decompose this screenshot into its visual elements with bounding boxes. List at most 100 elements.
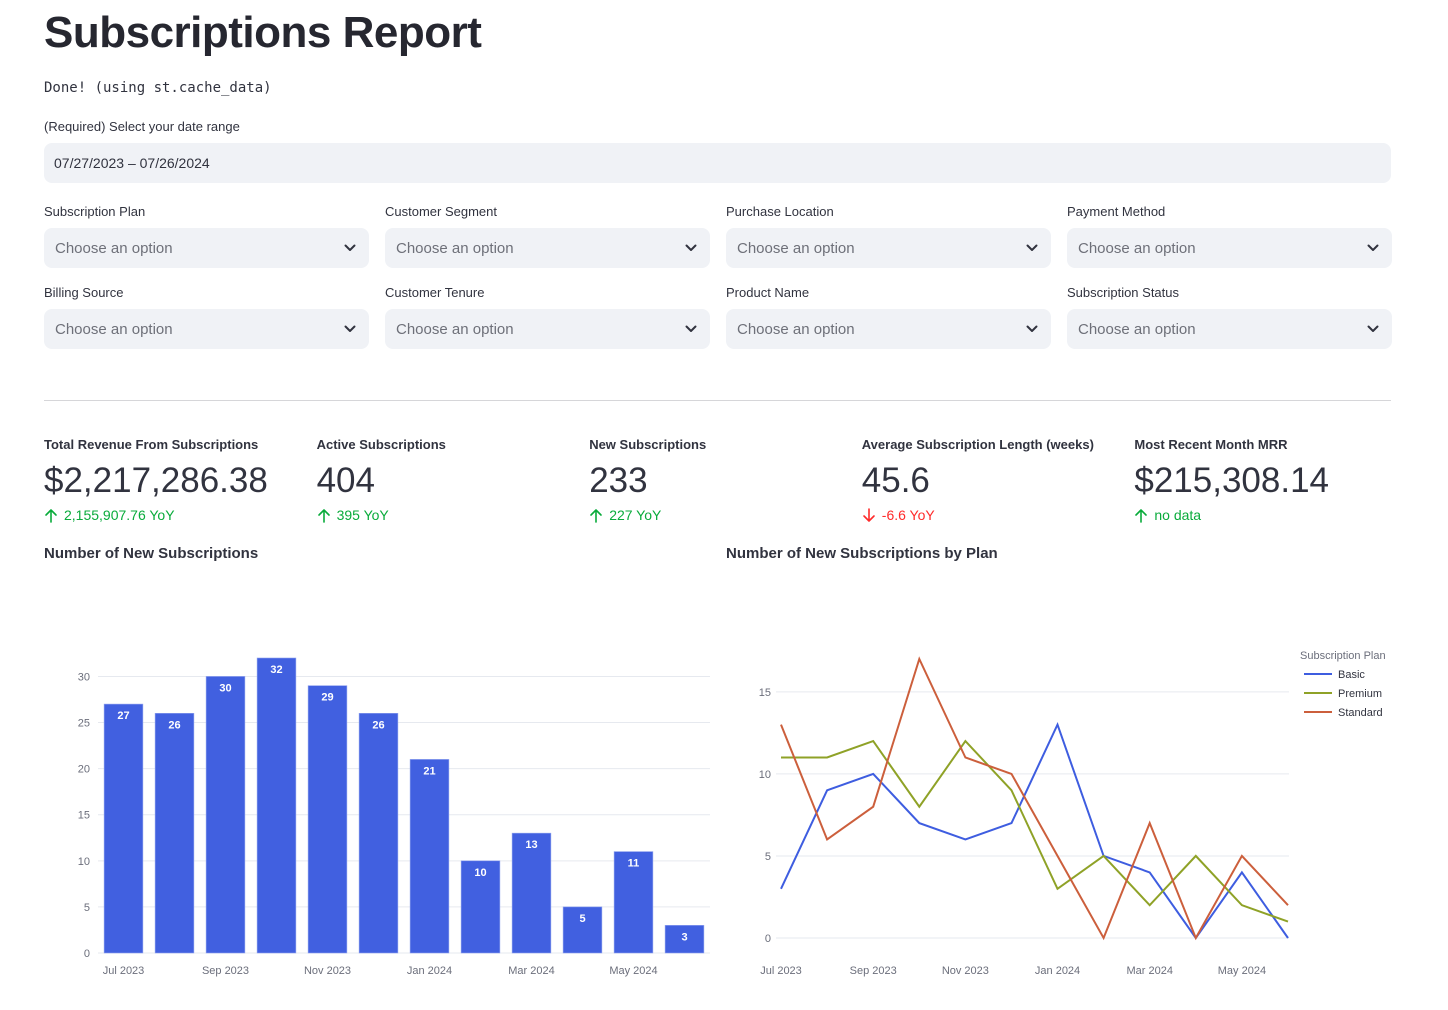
filter-select[interactable]: Choose an option <box>1067 228 1392 268</box>
arrow-up-icon <box>44 508 58 523</box>
bar-data-label: 13 <box>525 839 537 851</box>
metrics-row: Total Revenue From Subscriptions $2,217,… <box>44 437 1406 523</box>
chevron-down-icon <box>1025 241 1039 255</box>
series-line-basic <box>781 725 1288 938</box>
metric-total-revenue-from-subscriptions: Total Revenue From Subscriptions $2,217,… <box>44 437 317 523</box>
x-tick-label: May 2024 <box>1218 965 1266 977</box>
bar-data-label: 32 <box>270 664 282 676</box>
filter-label: Customer Tenure <box>385 284 710 301</box>
filter-subscription-status: Subscription Status Choose an option <box>1067 284 1392 349</box>
divider <box>44 400 1391 401</box>
arrow-down-icon <box>862 508 876 523</box>
page-title: Subscriptions Report <box>44 8 481 58</box>
filter-placeholder: Choose an option <box>1078 240 1196 257</box>
legend-label: Premium <box>1338 688 1382 700</box>
metric-value: $2,217,286.38 <box>44 460 317 502</box>
metric-delta-text: 227 YoY <box>609 507 661 523</box>
x-tick-label: Nov 2023 <box>304 965 351 977</box>
date-range-value: 07/27/2023 – 07/26/2024 <box>54 155 210 171</box>
series-line-standard <box>781 659 1288 938</box>
filter-select[interactable]: Choose an option <box>1067 309 1392 349</box>
y-tick-label: 30 <box>78 671 90 683</box>
bar <box>104 704 143 953</box>
bar <box>308 686 347 953</box>
arrow-up-icon <box>1134 508 1148 523</box>
status-message: Done! (using st.cache_data) <box>44 80 272 96</box>
filter-placeholder: Choose an option <box>55 240 173 257</box>
metric-delta-text: -6.6 YoY <box>882 507 935 523</box>
filter-label: Product Name <box>726 284 1051 301</box>
metric-label: Most Recent Month MRR <box>1134 437 1407 453</box>
y-tick-label: 15 <box>759 687 771 699</box>
chevron-down-icon <box>1366 322 1380 336</box>
metric-label: Active Subscriptions <box>317 437 590 453</box>
filter-placeholder: Choose an option <box>396 321 514 338</box>
metric-label: Total Revenue From Subscriptions <box>44 437 317 453</box>
bar-data-label: 10 <box>474 867 486 879</box>
bar <box>155 713 194 953</box>
chevron-down-icon <box>343 241 357 255</box>
metric-new-subscriptions: New Subscriptions 233 227 YoY <box>589 437 862 523</box>
chevron-down-icon <box>1366 241 1380 255</box>
filter-select[interactable]: Choose an option <box>385 228 710 268</box>
arrow-up-icon <box>317 508 331 523</box>
filter-label: Billing Source <box>44 284 369 301</box>
filter-label: Subscription Plan <box>44 203 369 220</box>
x-tick-label: Jul 2023 <box>760 965 802 977</box>
x-tick-label: Sep 2023 <box>202 965 249 977</box>
filter-select[interactable]: Choose an option <box>44 228 369 268</box>
legend-title: Subscription Plan <box>1300 650 1386 662</box>
bar <box>563 907 602 953</box>
chevron-down-icon <box>684 322 698 336</box>
x-tick-label: Sep 2023 <box>850 965 897 977</box>
filter-select[interactable]: Choose an option <box>726 228 1051 268</box>
metric-active-subscriptions: Active Subscriptions 404 395 YoY <box>317 437 590 523</box>
metric-delta: no data <box>1134 507 1407 523</box>
y-tick-label: 20 <box>78 764 90 776</box>
bar-data-label: 29 <box>321 692 333 704</box>
filter-select[interactable]: Choose an option <box>726 309 1051 349</box>
filter-label: Payment Method <box>1067 203 1392 220</box>
date-range-label: (Required) Select your date range <box>44 119 240 134</box>
bar-data-label: 3 <box>681 931 687 943</box>
date-range-input[interactable]: 07/27/2023 – 07/26/2024 <box>44 143 1391 183</box>
x-tick-label: Mar 2024 <box>508 965 554 977</box>
bar <box>359 713 398 953</box>
bar-data-label: 5 <box>579 913 585 925</box>
filter-customer-segment: Customer Segment Choose an option <box>385 203 710 268</box>
filter-subscription-plan: Subscription Plan Choose an option <box>44 203 369 268</box>
metric-delta: 227 YoY <box>589 507 862 523</box>
bar-data-label: 26 <box>372 719 384 731</box>
metric-value: $215,308.14 <box>1134 460 1407 502</box>
filter-placeholder: Choose an option <box>737 321 855 338</box>
chevron-down-icon <box>1025 322 1039 336</box>
filter-label: Purchase Location <box>726 203 1051 220</box>
arrow-up-icon <box>589 508 603 523</box>
x-tick-label: Jan 2024 <box>1035 965 1080 977</box>
bar-data-label: 21 <box>423 765 435 777</box>
y-tick-label: 10 <box>78 856 90 868</box>
filter-placeholder: Choose an option <box>1078 321 1196 338</box>
x-tick-label: Jan 2024 <box>407 965 452 977</box>
metric-delta-text: no data <box>1154 507 1201 523</box>
metric-value: 404 <box>317 460 590 502</box>
bar <box>410 759 449 953</box>
y-tick-label: 0 <box>765 933 771 945</box>
bar-data-label: 11 <box>628 858 640 870</box>
filter-select[interactable]: Choose an option <box>44 309 369 349</box>
x-tick-label: Jul 2023 <box>103 965 145 977</box>
metric-delta-text: 2,155,907.76 YoY <box>64 507 175 523</box>
y-tick-label: 0 <box>84 948 90 960</box>
bar <box>512 833 551 953</box>
bar-chart-title: Number of New Subscriptions <box>44 545 258 562</box>
filter-select[interactable]: Choose an option <box>385 309 710 349</box>
filter-placeholder: Choose an option <box>396 240 514 257</box>
legend-label: Basic <box>1338 669 1365 681</box>
metric-label: Average Subscription Length (weeks) <box>862 437 1135 453</box>
filter-customer-tenure: Customer Tenure Choose an option <box>385 284 710 349</box>
bar-data-label: 27 <box>117 710 129 722</box>
bar <box>206 676 245 953</box>
filter-product-name: Product Name Choose an option <box>726 284 1051 349</box>
y-tick-label: 15 <box>78 810 90 822</box>
x-tick-label: May 2024 <box>609 965 657 977</box>
